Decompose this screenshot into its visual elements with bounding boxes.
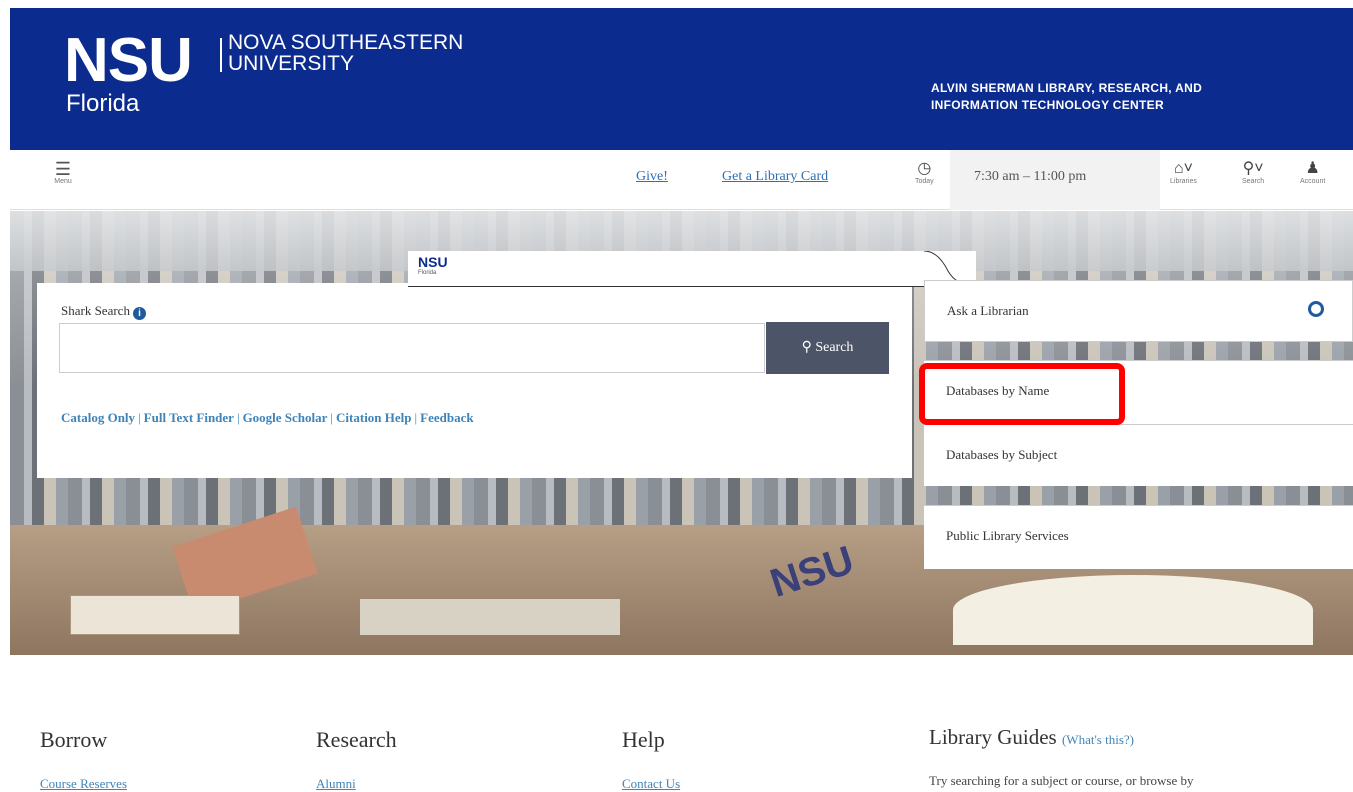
help-heading: Help (622, 727, 665, 752)
citation-help-link[interactable]: Citation Help (336, 410, 411, 425)
clock-icon: ◷ (917, 160, 932, 177)
library-building-icon: ⌂˅ (1173, 160, 1193, 177)
search-toggle-button[interactable]: ⚲˅ Search (1242, 160, 1264, 185)
link-separator: | (138, 410, 141, 425)
library-guides-title: Library Guides (929, 725, 1057, 749)
alumni-link[interactable]: Alumni (316, 776, 356, 792)
nsu-logo[interactable]: NSU (64, 30, 193, 92)
account-label: Account (1300, 178, 1326, 185)
google-scholar-link[interactable]: Google Scholar (243, 410, 328, 425)
databases-by-subject-label: Databases by Subject (946, 447, 1058, 462)
catalog-only-link[interactable]: Catalog Only (61, 410, 135, 425)
menu-button[interactable]: ☰ Menu (48, 160, 78, 185)
search-button-label: Search (815, 340, 854, 355)
university-name-line-1: NOVA SOUTHEASTERN (228, 31, 464, 54)
feedback-link[interactable]: Feedback (420, 410, 473, 425)
course-reserves-link[interactable]: Course Reserves (40, 776, 127, 792)
shark-search-input[interactable] (59, 323, 765, 373)
logo-divider (220, 38, 222, 72)
library-guides-description: Try searching for a subject or course, o… (929, 773, 1194, 788)
hero-book (360, 599, 620, 635)
search-button[interactable]: ⚲ Search (766, 322, 889, 374)
ask-a-librarian-link[interactable]: Ask a Librarian (924, 280, 1353, 342)
chat-icon (1308, 301, 1324, 317)
browser-tab-overlay: NSU Florida (408, 251, 976, 287)
shark-search-panel: Shark Search i ⚲ Search Catalog Only | Full… (37, 283, 912, 478)
library-title[interactable]: ALVIN SHERMAN LIBRARY, RESEARCH, AND INF… (931, 80, 1331, 114)
library-title-line-1: ALVIN SHERMAN LIBRARY, RESEARCH, AND (931, 81, 1203, 95)
search-label: Search (1242, 178, 1265, 185)
library-title-line-2: INFORMATION TECHNOLOGY CENTER (931, 98, 1164, 112)
contact-us-link[interactable]: Contact Us (622, 776, 680, 792)
full-text-finder-link[interactable]: Full Text Finder (144, 410, 234, 425)
borrow-heading: Borrow (40, 727, 108, 752)
nsu-logo-florida: Florida (66, 90, 140, 117)
university-name-line-2: UNIVERSITY (228, 52, 355, 75)
shark-search-label: Shark Search i (61, 303, 146, 320)
public-library-services-link[interactable]: Public Library Services (924, 505, 1353, 569)
today-label: Today (915, 178, 934, 185)
search-links: Catalog Only | Full Text Finder | Google Sch… (61, 410, 474, 426)
shark-search-label-text: Shark Search (61, 303, 130, 318)
utility-toolbar: ☰ Menu Give! Get a Library Card ◷ Today … (10, 150, 1353, 210)
hours-display: 7:30 am – 11:00 pm (950, 150, 1160, 210)
tab-nsu-logo: NSU (418, 254, 448, 270)
tab-nsu-florida: Florida (418, 270, 437, 276)
user-icon: ♟ (1305, 160, 1320, 177)
menu-label: Menu (54, 178, 72, 185)
hero-open-book (953, 575, 1313, 645)
link-separator: | (236, 410, 240, 425)
databases-by-subject-link[interactable]: Databases by Subject (924, 424, 1353, 486)
libraries-button[interactable]: ⌂˅ Libraries (1170, 160, 1197, 185)
hamburger-icon: ☰ (54, 159, 72, 179)
library-guides-heading: Library Guides (What's this?) (929, 725, 1134, 750)
libraries-label: Libraries (1170, 178, 1197, 185)
today-hours-button[interactable]: ◷ Today (915, 160, 934, 185)
highlight-box (919, 363, 1125, 425)
hours-text: 7:30 am – 11:00 pm (974, 169, 1087, 184)
university-name: NOVA SOUTHEASTERN UNIVERSITY (228, 32, 463, 74)
library-card-link[interactable]: Get a Library Card (722, 169, 828, 185)
account-button[interactable]: ♟ Account (1300, 160, 1325, 185)
give-link[interactable]: Give! (636, 169, 668, 185)
link-separator: | (330, 410, 334, 425)
whats-this-link[interactable]: (What's this?) (1062, 732, 1134, 747)
public-library-services-label: Public Library Services (946, 528, 1069, 543)
info-icon[interactable]: i (132, 307, 146, 320)
research-heading: Research (316, 727, 397, 752)
hero-book (70, 595, 240, 635)
link-separator: | (414, 410, 418, 425)
search-icon: ⚲˅ (1242, 160, 1264, 177)
ask-a-librarian-label: Ask a Librarian (947, 303, 1029, 318)
site-header: NSU Florida NOVA SOUTHEASTERN UNIVERSITY… (10, 8, 1353, 150)
